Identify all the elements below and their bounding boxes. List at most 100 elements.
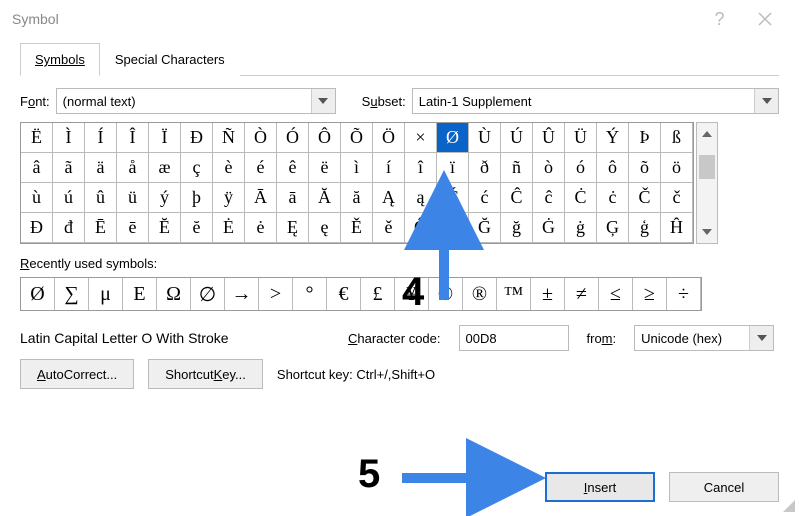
character-cell[interactable]: â — [21, 153, 53, 183]
font-dropdown[interactable]: (normal text) — [56, 88, 336, 114]
character-cell[interactable]: ô — [597, 153, 629, 183]
character-cell[interactable]: ð — [469, 153, 501, 183]
character-cell[interactable]: Ĕ — [149, 213, 181, 243]
recent-symbol-cell[interactable]: ± — [531, 278, 565, 310]
character-cell[interactable]: Ë — [21, 123, 53, 153]
character-cell[interactable]: Ĝ — [405, 213, 437, 243]
scroll-down-icon[interactable] — [697, 221, 717, 243]
character-cell[interactable]: æ — [149, 153, 181, 183]
character-cell[interactable]: Ė — [213, 213, 245, 243]
character-cell[interactable]: Ú — [501, 123, 533, 153]
character-cell[interactable]: Í — [85, 123, 117, 153]
character-cell[interactable]: ċ — [597, 183, 629, 213]
character-cell[interactable]: Ě — [341, 213, 373, 243]
character-cell[interactable]: í — [373, 153, 405, 183]
scroll-thumb[interactable] — [699, 155, 715, 179]
character-cell[interactable]: Þ — [629, 123, 661, 153]
character-cell[interactable]: Ą — [373, 183, 405, 213]
character-cell[interactable]: ó — [565, 153, 597, 183]
character-cell[interactable]: ä — [85, 153, 117, 183]
character-cell[interactable]: č — [661, 183, 693, 213]
character-cell[interactable]: Ø — [437, 123, 469, 153]
recent-symbol-cell[interactable]: Ø — [21, 278, 55, 310]
recent-symbol-cell[interactable]: ≠ — [565, 278, 599, 310]
character-cell[interactable]: Û — [533, 123, 565, 153]
recent-symbol-cell[interactable]: μ — [89, 278, 123, 310]
character-cell[interactable]: đ — [53, 213, 85, 243]
recent-symbol-cell[interactable]: ° — [293, 278, 327, 310]
character-cell[interactable]: ò — [533, 153, 565, 183]
recent-symbol-cell[interactable]: ≥ — [633, 278, 667, 310]
grid-scrollbar[interactable] — [696, 122, 718, 244]
character-cell[interactable]: Ċ — [565, 183, 597, 213]
character-cell[interactable]: ç — [181, 153, 213, 183]
character-cell[interactable]: þ — [181, 183, 213, 213]
character-cell[interactable]: Ì — [53, 123, 85, 153]
scroll-up-icon[interactable] — [697, 123, 717, 145]
character-cell[interactable]: ğ — [501, 213, 533, 243]
recent-symbols-row[interactable]: Ø∑μΕΩ∅→>°€£¥©®™±≠≤≥÷ — [20, 277, 702, 311]
character-cell[interactable]: Õ — [341, 123, 373, 153]
character-cell[interactable]: ć — [469, 183, 501, 213]
recent-symbol-cell[interactable]: > — [259, 278, 293, 310]
recent-symbol-cell[interactable]: → — [225, 278, 259, 310]
character-cell[interactable]: ú — [53, 183, 85, 213]
close-button[interactable] — [742, 0, 787, 38]
recent-symbol-cell[interactable]: ≤ — [599, 278, 633, 310]
recent-symbol-cell[interactable]: € — [327, 278, 361, 310]
character-cell[interactable]: Ġ — [533, 213, 565, 243]
character-cell[interactable]: ē — [117, 213, 149, 243]
character-cell[interactable]: ñ — [501, 153, 533, 183]
character-cell[interactable]: Ý — [597, 123, 629, 153]
recent-symbol-cell[interactable]: ™ — [497, 278, 531, 310]
autocorrect-button[interactable]: AutoCorrect... — [20, 359, 134, 389]
recent-symbol-cell[interactable]: ¥ — [395, 278, 429, 310]
character-cell[interactable]: ÿ — [213, 183, 245, 213]
character-cell[interactable]: ě — [373, 213, 405, 243]
character-cell[interactable]: Ā — [245, 183, 277, 213]
character-cell[interactable]: ö — [661, 153, 693, 183]
character-cell[interactable]: ĉ — [533, 183, 565, 213]
character-cell[interactable]: Č — [629, 183, 661, 213]
character-cell[interactable]: Ô — [309, 123, 341, 153]
character-cell[interactable]: Ĥ — [661, 213, 693, 243]
character-code-input[interactable] — [459, 325, 569, 351]
character-cell[interactable]: ę — [309, 213, 341, 243]
character-cell[interactable]: Ğ — [469, 213, 501, 243]
character-cell[interactable]: ì — [341, 153, 373, 183]
character-cell[interactable]: ĝ — [437, 213, 469, 243]
character-grid[interactable]: ËÌÍÎÏÐÑÒÓÔÕÖ×ØÙÚÛÜÝÞßâãäåæçèéêëìíîïðñòóô… — [20, 122, 694, 244]
character-cell[interactable]: Ï — [149, 123, 181, 153]
scroll-track[interactable] — [697, 145, 717, 221]
recent-symbol-cell[interactable]: © — [429, 278, 463, 310]
character-cell[interactable]: Ò — [245, 123, 277, 153]
character-cell[interactable]: ë — [309, 153, 341, 183]
character-cell[interactable]: Ü — [565, 123, 597, 153]
character-cell[interactable]: Ģ — [597, 213, 629, 243]
character-cell[interactable]: Đ — [21, 213, 53, 243]
character-cell[interactable]: ê — [277, 153, 309, 183]
tab-special-characters[interactable]: Special Characters — [100, 43, 240, 76]
character-cell[interactable]: ą — [405, 183, 437, 213]
character-cell[interactable]: ă — [341, 183, 373, 213]
recent-symbol-cell[interactable]: Ε — [123, 278, 157, 310]
recent-symbol-cell[interactable]: ∑ — [55, 278, 89, 310]
character-cell[interactable]: ý — [149, 183, 181, 213]
character-cell[interactable]: Ē — [85, 213, 117, 243]
character-cell[interactable]: é — [245, 153, 277, 183]
encoding-dropdown[interactable]: Unicode (hex) — [634, 325, 774, 351]
character-cell[interactable]: Î — [117, 123, 149, 153]
character-cell[interactable]: ã — [53, 153, 85, 183]
recent-symbol-cell[interactable]: Ω — [157, 278, 191, 310]
character-cell[interactable]: ġ — [565, 213, 597, 243]
cancel-button[interactable]: Cancel — [669, 472, 779, 502]
shortcut-key-button[interactable]: Shortcut Key... — [148, 359, 263, 389]
character-cell[interactable]: Ĉ — [501, 183, 533, 213]
character-cell[interactable]: Ñ — [213, 123, 245, 153]
character-cell[interactable]: õ — [629, 153, 661, 183]
recent-symbol-cell[interactable]: ® — [463, 278, 497, 310]
subset-dropdown[interactable]: Latin-1 Supplement — [412, 88, 779, 114]
character-cell[interactable]: Ó — [277, 123, 309, 153]
resize-grip[interactable] — [781, 498, 795, 512]
character-cell[interactable]: ģ — [629, 213, 661, 243]
